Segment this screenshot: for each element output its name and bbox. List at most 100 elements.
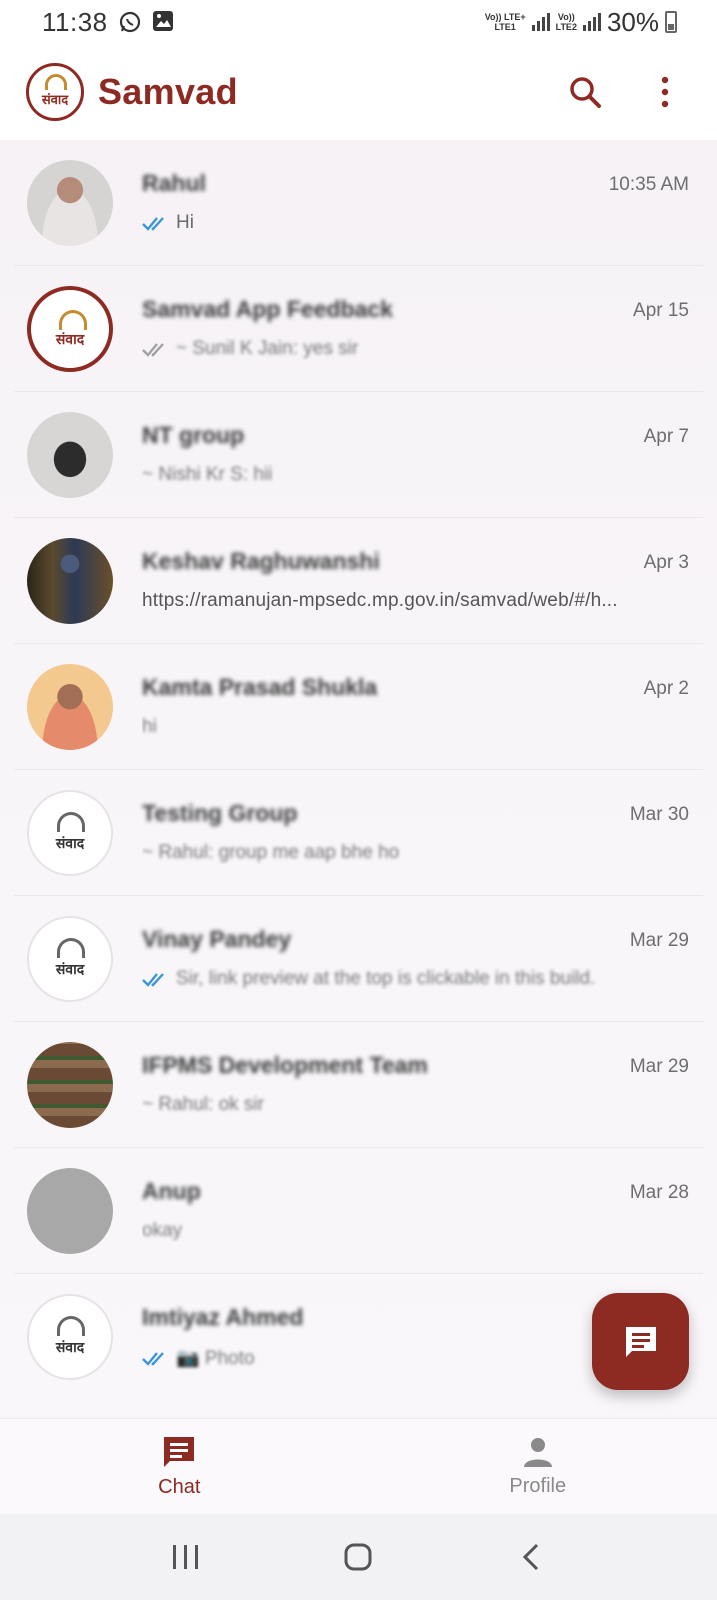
recent-apps-icon — [173, 1545, 199, 1569]
chat-row[interactable]: संवाद Samvad App Feedback Apr 15 ~ Sunil… — [14, 266, 703, 392]
chat-preview: okay — [142, 1220, 689, 1242]
chat-icon — [164, 1437, 195, 1467]
system-nav-bar — [0, 1514, 717, 1600]
chat-name: IFPMS Development Team — [142, 1052, 428, 1078]
double-check-blue-icon — [142, 217, 164, 231]
chat-list: Rahul 10:35 AM Hi संवाद Samvad App Feedb… — [0, 140, 717, 1418]
chat-row[interactable]: Kamta Prasad Shukla Apr 2 hi — [14, 644, 703, 770]
chat-time: Apr 2 — [643, 678, 689, 699]
chat-row[interactable]: Anup Mar 28 okay — [14, 1148, 703, 1274]
app-bar: संवाद Samvad — [0, 44, 717, 140]
person-icon — [523, 1438, 552, 1467]
network-1-top: Vo)) LTE+ — [484, 12, 526, 22]
nav-chat[interactable]: Chat — [0, 1419, 359, 1514]
avatar-logo-text: संवाद — [55, 960, 85, 977]
chat-preview: Hi — [142, 212, 689, 234]
chat-row[interactable]: IFPMS Development Team Mar 29 ~ Rahul: o… — [14, 1022, 703, 1148]
chat-time: Mar 28 — [629, 1182, 689, 1203]
network-2-indicator: Vo)) LTE2 — [556, 12, 577, 32]
logo-dome-icon — [59, 310, 87, 330]
chat-preview: hi — [142, 716, 689, 738]
chat-preview-text: 📷 Photo — [176, 1348, 255, 1369]
chat-name: Keshav Raghuwanshi — [142, 548, 380, 574]
network-1-indicator: Vo)) LTE+ LTE1 — [485, 12, 526, 32]
avatar: संवाद — [27, 790, 113, 876]
nav-profile-label: Profile — [509, 1475, 567, 1497]
new-chat-button[interactable] — [592, 1293, 689, 1390]
chat-name: NT group — [142, 422, 245, 448]
logo-dome-icon — [57, 938, 85, 958]
avatar: संवाद — [27, 1294, 113, 1380]
chat-preview-text: okay — [142, 1220, 183, 1241]
chat-time: Mar 29 — [629, 1056, 689, 1077]
status-time: 11:38 — [42, 6, 108, 37]
chat-row[interactable]: Rahul 10:35 AM Hi — [14, 140, 703, 266]
back-icon — [522, 1543, 538, 1571]
network-2-top: Vo)) — [557, 12, 575, 22]
battery-percent: 30% — [606, 6, 659, 37]
chat-time: Apr 3 — [643, 552, 689, 573]
chat-preview: ~ Sunil K Jain: yes sir — [142, 338, 689, 360]
whatsapp-icon — [118, 10, 142, 34]
chat-time: Mar 29 — [629, 930, 689, 951]
avatar — [27, 664, 113, 750]
nav-chat-label: Chat — [158, 1476, 201, 1498]
chat-preview-text: ~ Sunil K Jain: yes sir — [176, 338, 359, 359]
message-icon — [625, 1326, 656, 1357]
chat-name: Testing Group — [142, 800, 298, 826]
network-2-bottom: LTE2 — [555, 22, 577, 32]
chat-preview-text: Hi — [176, 212, 194, 233]
avatar — [27, 1042, 113, 1128]
chat-preview: ~ Nishi Kr S: hii — [142, 464, 689, 486]
chat-name: Rahul — [142, 170, 206, 196]
gallery-icon — [152, 10, 176, 34]
avatar — [27, 412, 113, 498]
chat-row[interactable]: NT group Apr 7 ~ Nishi Kr S: hii — [14, 392, 703, 518]
avatar: संवाद — [27, 286, 113, 372]
more-vert-icon — [661, 76, 669, 108]
chat-preview-text: ~ Nishi Kr S: hii — [142, 464, 273, 485]
chat-preview-text: ~ Rahul: group me aap bhe ho — [142, 842, 400, 863]
chat-preview: ~ Rahul: ok sir — [142, 1094, 689, 1116]
avatar-logo-text: संवाद — [55, 330, 85, 347]
home-button[interactable] — [336, 1535, 380, 1579]
recent-apps-button[interactable] — [164, 1535, 208, 1579]
chat-name: Imtiyaz Ahmed — [142, 1304, 304, 1330]
more-options-button[interactable] — [645, 72, 685, 112]
logo-dome-icon — [57, 812, 85, 832]
chat-name: Vinay Pandey — [142, 926, 292, 952]
double-check-blue-icon — [142, 973, 164, 987]
app-logo: संवाद — [26, 63, 84, 121]
chat-preview-text: hi — [142, 716, 157, 737]
nav-profile[interactable]: Profile — [359, 1419, 717, 1514]
chat-preview: https://ramanujan-mpsedc.mp.gov.in/samva… — [142, 590, 689, 612]
chat-time: Mar 30 — [629, 804, 689, 825]
battery-icon — [665, 11, 677, 33]
logo-dome-icon — [57, 1316, 85, 1336]
chat-preview-text: Sir, link preview at the top is clickabl… — [176, 968, 596, 989]
chat-row[interactable]: संवाद Testing Group Mar 30 ~ Rahul: grou… — [14, 770, 703, 896]
chat-preview: Sir, link preview at the top is clickabl… — [142, 968, 689, 990]
avatar-logo-text: संवाद — [55, 1338, 85, 1355]
search-button[interactable] — [565, 72, 605, 112]
chat-row[interactable]: Keshav Raghuwanshi Apr 3 https://ramanuj… — [14, 518, 703, 644]
back-button[interactable] — [509, 1535, 553, 1579]
chat-name: Anup — [142, 1178, 201, 1204]
double-check-blue-icon — [142, 1352, 164, 1366]
search-icon — [570, 77, 601, 108]
chat-preview-text: https://ramanujan-mpsedc.mp.gov.in/samva… — [142, 590, 618, 611]
signal-1-icon — [531, 13, 550, 31]
avatar: संवाद — [27, 916, 113, 1002]
double-check-grey-icon — [142, 343, 164, 357]
chat-preview-text: ~ Rahul: ok sir — [142, 1094, 264, 1115]
chat-preview: ~ Rahul: group me aap bhe ho — [142, 842, 689, 864]
chat-time: Apr 15 — [633, 300, 689, 321]
chat-time: 10:35 AM — [608, 174, 689, 195]
chat-name: Kamta Prasad Shukla — [142, 674, 378, 700]
chat-name: Samvad App Feedback — [142, 296, 393, 322]
chat-row[interactable]: संवाद Vinay Pandey Mar 29 Sir, link prev… — [14, 896, 703, 1022]
avatar — [27, 1168, 113, 1254]
logo-dome-icon — [45, 74, 67, 90]
chat-time: Apr 7 — [643, 426, 689, 447]
home-icon — [344, 1543, 372, 1571]
